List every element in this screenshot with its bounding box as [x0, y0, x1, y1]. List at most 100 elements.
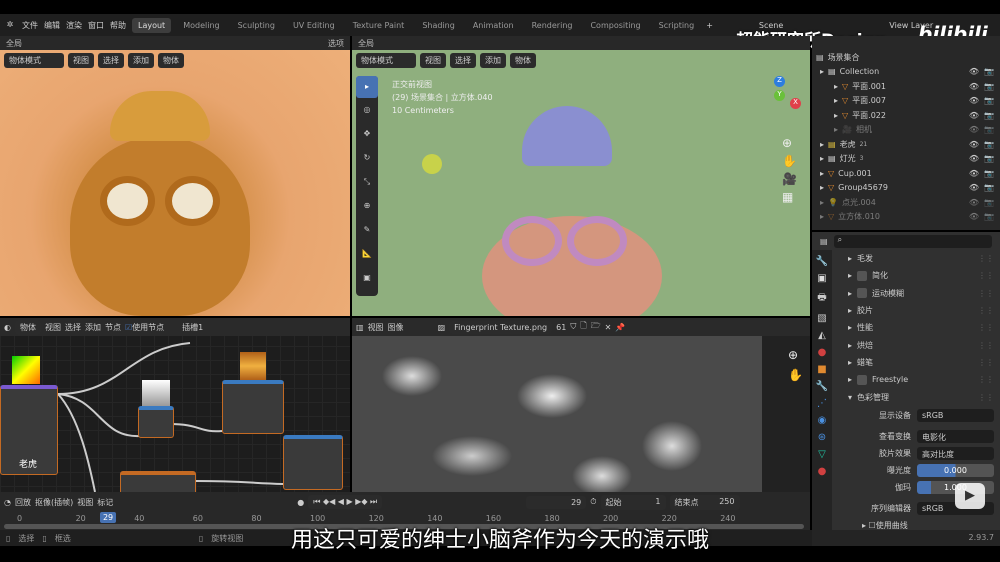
properties-panel[interactable]: ▸ 胶片 ⋮⋮ [812, 302, 1000, 319]
tool-tab-icon[interactable]: 🔧 [816, 256, 828, 267]
outliner-item[interactable]: ▸ ▽ Cup.001 👁 📷 [812, 166, 1000, 181]
menu-select[interactable]: 选择 [98, 52, 124, 68]
current-frame-field[interactable]: 29 [526, 495, 587, 509]
visibility-eye-icon[interactable]: 👁 [969, 67, 979, 76]
visibility-eye-icon[interactable]: 👁 [969, 140, 979, 149]
menu-view[interactable]: 视图 [68, 52, 94, 68]
render-camera-icon[interactable]: 📷 [984, 169, 994, 178]
node-colorramp[interactable] [222, 380, 284, 434]
scale-tool-icon[interactable]: ⤡ [356, 170, 378, 194]
render-camera-icon[interactable]: 📷 [984, 154, 994, 163]
tab-texture-paint[interactable]: Texture Paint [347, 18, 411, 33]
world-tab-icon[interactable]: ● [818, 347, 827, 358]
drag-handle-icon[interactable]: ⋮⋮ [978, 375, 994, 384]
render-tab-icon[interactable]: ▣ [817, 273, 826, 284]
menu-object[interactable]: 物体 [158, 52, 184, 68]
playback-menu[interactable]: 回放 [15, 497, 31, 508]
node-colorramp-2[interactable] [283, 435, 343, 490]
node-image-texture[interactable] [120, 471, 196, 492]
scene-tab-icon[interactable]: ◭ [818, 330, 826, 341]
add-workspace-button[interactable]: + [706, 21, 713, 30]
drag-handle-icon[interactable]: ⋮⋮ [978, 289, 994, 298]
visibility-eye-icon[interactable]: 👁 [969, 169, 979, 178]
image-users-count[interactable]: 61 [556, 323, 566, 332]
fake-user-icon[interactable]: ⛉ [570, 322, 576, 332]
play-overlay-icon[interactable]: ▶ [955, 483, 985, 509]
properties-panel[interactable]: ▸ 蜡笔 ⋮⋮ [812, 354, 1000, 371]
move-tool-icon[interactable]: ✥ [356, 122, 378, 146]
image-browse-icon[interactable]: ▨ [438, 323, 446, 332]
transform-tool-icon[interactable]: ⊕ [356, 194, 378, 218]
outliner-item[interactable]: ▸ ▤ 灯光 3 👁 📷 [812, 152, 1000, 167]
look-select[interactable]: 高对比度 [917, 446, 994, 460]
tab-shading[interactable]: Shading [416, 18, 461, 33]
data-tab-icon[interactable]: ▽ [818, 449, 826, 460]
drag-handle-icon[interactable]: ⋮⋮ [978, 341, 994, 350]
expand-arrow-icon[interactable]: ▸ [820, 198, 824, 207]
outliner-item[interactable]: ▸ ▽ 平面.022 👁 📷 [812, 108, 1000, 123]
menu-add[interactable]: 添加 [128, 52, 154, 68]
drag-handle-icon[interactable]: ⋮⋮ [978, 254, 994, 263]
blender-logo-icon[interactable]: ✲ [4, 19, 16, 31]
menu-edit[interactable]: 编辑 [44, 20, 60, 31]
open-image-icon[interactable]: 🗁 [591, 320, 601, 334]
visibility-eye-icon[interactable]: 👁 [969, 82, 979, 91]
physics-tab-icon[interactable]: ◉ [818, 415, 827, 426]
left-3d-viewport[interactable]: 全局 选项 物体模式 视图 选择 添加 物体 [0, 36, 350, 316]
options-menu[interactable]: 选项 [328, 38, 344, 49]
measure-tool-icon[interactable]: 📐 [356, 242, 378, 266]
visibility-eye-icon[interactable]: 👁 [969, 212, 979, 221]
properties-panel[interactable]: ▸ 性能 ⋮⋮ [812, 319, 1000, 336]
menu-add[interactable]: 添加 [480, 52, 506, 68]
cursor-tool-icon[interactable]: ◎ [356, 98, 378, 122]
expand-arrow-icon[interactable]: ▸ [820, 169, 824, 178]
expand-arrow-icon[interactable]: ▸ [820, 67, 824, 76]
render-camera-icon[interactable]: 📷 [984, 125, 994, 134]
panel-checkbox[interactable] [857, 374, 868, 385]
outliner-item[interactable]: ▸ ▤ Collection 👁 📷 [812, 65, 1000, 80]
record-icon[interactable]: ● [297, 498, 304, 507]
editor-type-icon[interactable]: ▤ [820, 237, 828, 246]
output-tab-icon[interactable]: 🖶 [817, 290, 826, 307]
transform-orientation[interactable]: 全局 [6, 38, 22, 49]
visibility-eye-icon[interactable]: 👁 [969, 96, 979, 105]
properties-panel[interactable]: ▸ 烘焙 ⋮⋮ [812, 336, 1000, 353]
tab-rendering[interactable]: Rendering [526, 18, 579, 33]
gizmo-y-axis[interactable]: Y [774, 90, 785, 101]
visibility-eye-icon[interactable]: 👁 [969, 154, 979, 163]
render-camera-icon[interactable]: 📷 [984, 140, 994, 149]
properties-panel[interactable]: ▸ 运动模糊 ⋮⋮ [812, 285, 1000, 302]
visibility-eye-icon[interactable]: 👁 [969, 125, 979, 134]
pan-hand-icon[interactable]: ✋ [788, 368, 803, 382]
stopwatch-icon[interactable]: ⏱ [590, 497, 596, 507]
drag-handle-icon[interactable]: ⋮⋮ [978, 358, 994, 367]
properties-panel[interactable]: ▸ 毛发 ⋮⋮ [812, 250, 1000, 267]
object-tab-icon[interactable]: ■ [817, 364, 826, 375]
gizmo-z-axis[interactable]: Z [774, 76, 785, 87]
render-camera-icon[interactable]: 📷 [984, 183, 994, 192]
display-device-select[interactable]: sRGB [917, 408, 994, 422]
tab-modeling[interactable]: Modeling [177, 18, 225, 33]
view-layer-tab-icon[interactable]: ▧ [817, 313, 826, 324]
tool-shelf[interactable]: ▸ ◎ ✥ ↻ ⤡ ⊕ ✎ 📐 ▣ [356, 76, 378, 296]
playback-controls[interactable]: ⏮ ◆◀ ◀ ▶ ▶◆ ⏭ [308, 495, 383, 509]
menu-object[interactable]: 物体 [510, 52, 536, 68]
add-cube-tool-icon[interactable]: ▣ [356, 266, 378, 290]
outliner-item[interactable]: ▸ ▤ 老虎 21 👁 📷 [812, 137, 1000, 152]
drag-handle-icon[interactable]: ⋮⋮ [978, 306, 994, 315]
end-frame-field[interactable]: 结束点 250 [669, 494, 740, 510]
center-3d-viewport[interactable]: 全局 物体模式 视图 选择 添加 物体 ▸ ◎ ✥ ↻ ⤡ ⊕ ✎ 📐 ▣ 正交… [352, 36, 810, 316]
zoom-icon[interactable]: ⊕ [782, 136, 802, 150]
editor-type-icon[interactable]: ◔ [4, 498, 11, 507]
view-transform-select[interactable]: 电影化 [917, 429, 994, 443]
mode-selector[interactable]: 物体模式 [4, 52, 64, 68]
outliner-item[interactable]: ▸ ▽ 立方体.010 👁 📷 [812, 210, 1000, 225]
pin-icon[interactable]: 📌 [615, 323, 625, 332]
outliner-item[interactable]: ▸ 🎥 相机 👁 📷 [812, 123, 1000, 138]
light-object[interactable] [422, 154, 442, 174]
outliner-item[interactable]: ▸ ▽ 平面.007 👁 📷 [812, 94, 1000, 109]
properties-search[interactable]: ⌕ [833, 234, 992, 248]
shader-node-editor[interactable]: ◐ 物体 视图 选择 添加 节点 ☑使用节点 插槽1 老虎 [0, 318, 350, 492]
start-frame-field[interactable]: 起始 1 [600, 494, 666, 510]
tab-layout[interactable]: Layout [132, 17, 172, 33]
